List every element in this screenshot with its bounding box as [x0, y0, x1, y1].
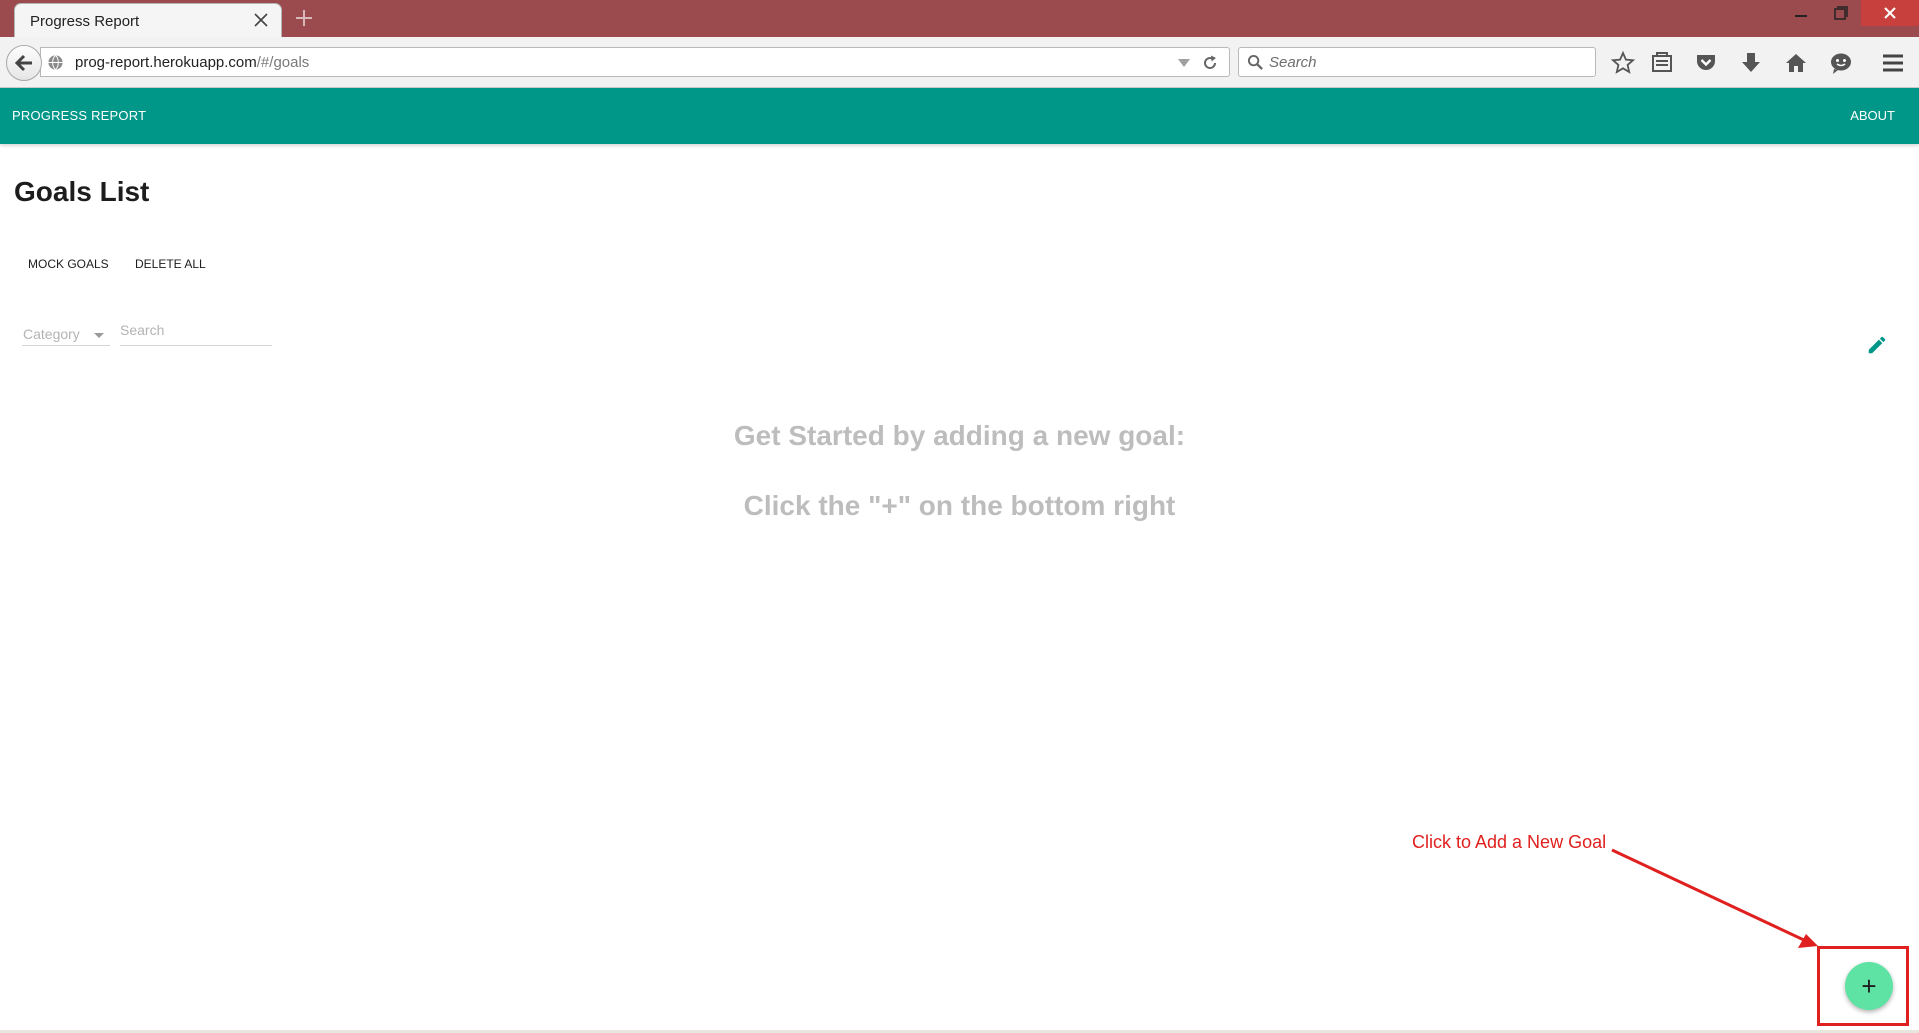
- globe-icon: [48, 55, 63, 70]
- menu-icon[interactable]: [1880, 50, 1906, 76]
- search-placeholder: Search: [120, 322, 165, 338]
- empty-state-hint: Click the "+" on the bottom right: [743, 490, 1176, 521]
- browser-search-placeholder: Search: [1269, 54, 1317, 71]
- chevron-down-icon: [94, 333, 104, 338]
- home-icon[interactable]: [1783, 50, 1809, 76]
- pencil-icon[interactable]: [1866, 334, 1888, 356]
- plus-icon[interactable]: [292, 6, 316, 30]
- browser-nav-bar: prog-report.herokuapp.com/#/goals Search: [0, 37, 1919, 88]
- add-goal-button[interactable]: +: [1845, 962, 1893, 1010]
- page-title: Goals List: [14, 176, 150, 207]
- plus-icon: +: [1861, 971, 1877, 1001]
- browser-search-bar[interactable]: Search: [1238, 47, 1596, 77]
- minimize-icon[interactable]: [1779, 0, 1823, 26]
- annotation-text: Click to Add a New Goal: [1412, 832, 1607, 852]
- empty-state-heading: Get Started by adding a new goal:: [733, 420, 1186, 451]
- category-select[interactable]: Category: [22, 322, 110, 346]
- search-icon: [1247, 54, 1263, 70]
- back-arrow-icon: [14, 54, 32, 72]
- close-icon[interactable]: [251, 10, 271, 30]
- chat-icon[interactable]: [1828, 50, 1854, 76]
- reading-list-icon[interactable]: [1649, 50, 1675, 76]
- url-bar[interactable]: prog-report.herokuapp.com/#/goals: [40, 47, 1230, 77]
- restore-icon[interactable]: [1819, 0, 1863, 26]
- browser-tab-bar: Progress Report: [0, 0, 1919, 37]
- category-placeholder: Category: [23, 326, 80, 342]
- brand-link[interactable]: PROGRESS REPORT: [12, 108, 146, 123]
- star-icon[interactable]: [1610, 50, 1636, 76]
- delete-all-button[interactable]: DELETE ALL: [127, 253, 214, 275]
- pocket-icon[interactable]: [1693, 50, 1719, 76]
- app-toolbar: PROGRESS REPORT ABOUT: [0, 88, 1919, 144]
- search-input[interactable]: Search: [120, 318, 272, 346]
- tab-title: Progress Report: [30, 13, 140, 30]
- download-icon[interactable]: [1738, 50, 1764, 76]
- window-close-button[interactable]: [1861, 0, 1919, 26]
- url-text: prog-report.herokuapp.com/#/goals: [75, 54, 310, 71]
- dropdown-icon[interactable]: [1177, 56, 1191, 70]
- about-link[interactable]: ABOUT: [1850, 108, 1895, 123]
- mock-goals-button[interactable]: MOCK GOALS: [20, 253, 117, 275]
- back-button[interactable]: [6, 45, 42, 81]
- reload-icon[interactable]: [1201, 54, 1219, 72]
- browser-tab[interactable]: Progress Report: [14, 3, 282, 37]
